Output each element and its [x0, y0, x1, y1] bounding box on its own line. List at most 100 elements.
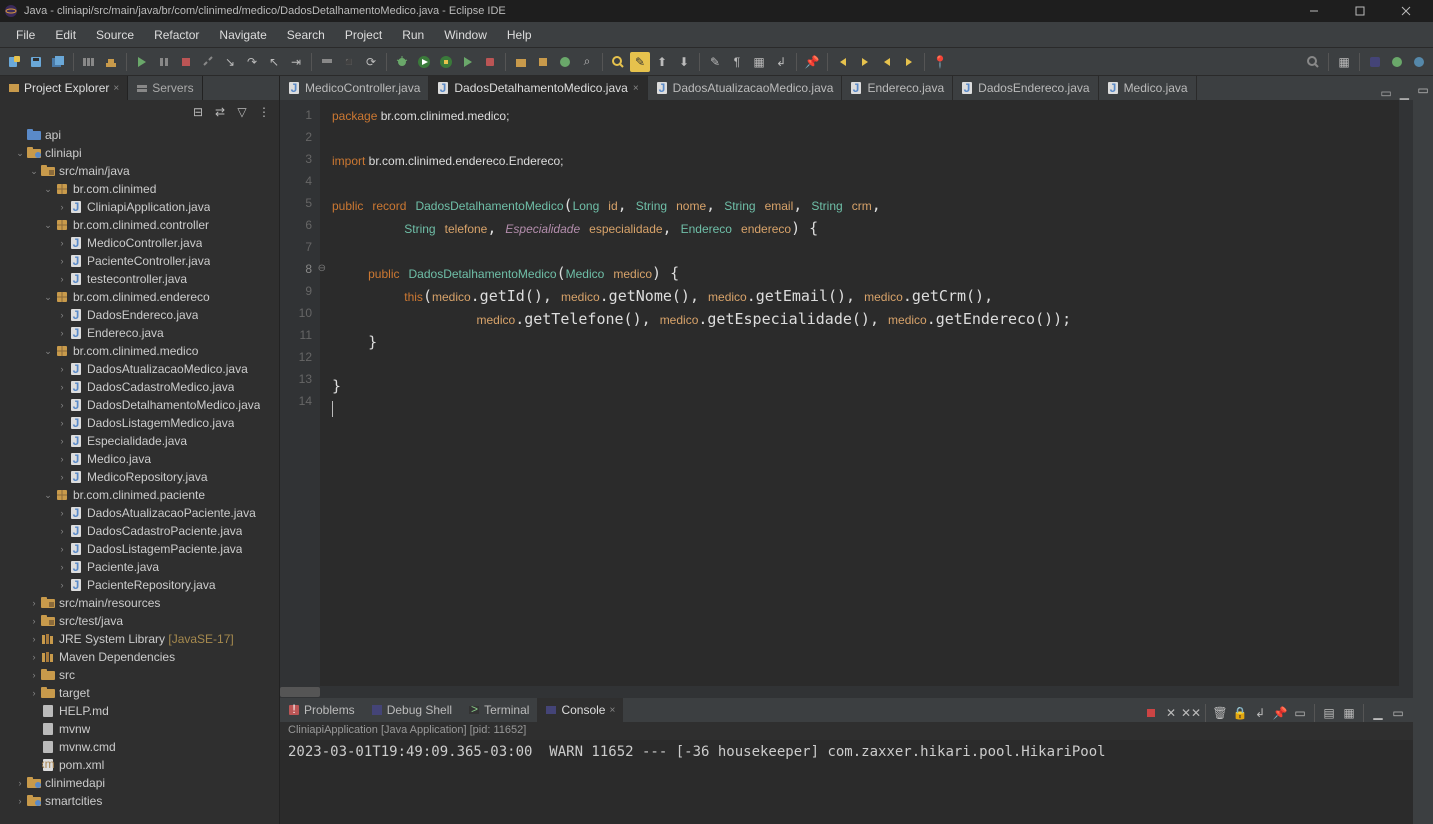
debug-resume-icon[interactable]	[132, 52, 152, 72]
code-editor[interactable]: package br.com.clinimed.medico; import b…	[320, 100, 1399, 698]
debug-icon[interactable]	[392, 52, 412, 72]
tree-item[interactable]: ›clinimedapi	[0, 774, 279, 792]
word-wrap-icon[interactable]: ↲	[1251, 704, 1269, 722]
close-icon[interactable]: ×	[633, 83, 639, 94]
tree-item[interactable]: ›src	[0, 666, 279, 684]
tree-item[interactable]: ›JPaciente.java	[0, 558, 279, 576]
tree-item[interactable]: ›JDadosListagemPaciente.java	[0, 540, 279, 558]
scroll-lock-icon[interactable]: 🔒	[1231, 704, 1249, 722]
tree-item[interactable]: HELP.md	[0, 702, 279, 720]
tree-item[interactable]: ›JDadosEndereco.java	[0, 306, 279, 324]
perspective-debug-icon[interactable]	[1387, 52, 1407, 72]
menu-refactor[interactable]: Refactor	[144, 25, 209, 45]
remove-all-icon[interactable]: ✕✕	[1182, 704, 1200, 722]
tree-item[interactable]: ›JEspecialidade.java	[0, 432, 279, 450]
minimize-editor-icon[interactable]: ▁	[1396, 86, 1413, 100]
step-into-icon[interactable]: ↘	[220, 52, 240, 72]
tree-item[interactable]: ⌄src/main/java	[0, 162, 279, 180]
publish-icon[interactable]: ⟳	[361, 52, 381, 72]
annotation-next-icon[interactable]: ⬇	[674, 52, 694, 72]
view-menu-icon[interactable]: ⋮	[255, 103, 273, 121]
close-icon[interactable]: ×	[113, 83, 119, 94]
drop-to-frame-icon[interactable]: ⇥	[286, 52, 306, 72]
new-package-icon[interactable]	[533, 52, 553, 72]
quick-access-icon[interactable]	[1303, 52, 1323, 72]
perspective-java-icon[interactable]	[1365, 52, 1385, 72]
tab-debug-shell[interactable]: Debug Shell	[363, 698, 460, 722]
display-console-icon[interactable]: ▭	[1291, 704, 1309, 722]
editor-tab[interactable]: JEndereco.java	[842, 76, 953, 100]
editor-tab[interactable]: JDadosEndereco.java	[953, 76, 1098, 100]
tree-item[interactable]: ›JDadosAtualizacaoMedico.java	[0, 360, 279, 378]
tree-item[interactable]: xmlpom.xml	[0, 756, 279, 774]
save-icon[interactable]	[26, 52, 46, 72]
new-java-project-icon[interactable]	[511, 52, 531, 72]
tree-item[interactable]: ⌄cliniapi	[0, 144, 279, 162]
tree-item[interactable]: ⌄br.com.clinimed.paciente	[0, 486, 279, 504]
restore-icon[interactable]: ▭	[1413, 80, 1433, 100]
editor-tab[interactable]: JMedico.java	[1099, 76, 1197, 100]
tree-item[interactable]: ›JEndereco.java	[0, 324, 279, 342]
tree-item[interactable]: ⌄br.com.clinimed	[0, 180, 279, 198]
debug-disconnect-icon[interactable]	[198, 52, 218, 72]
perspective-javaee-icon[interactable]	[1409, 52, 1429, 72]
tree-item[interactable]: ›JPacienteRepository.java	[0, 576, 279, 594]
debug-pause-icon[interactable]	[154, 52, 174, 72]
tree-item[interactable]: ›JDadosCadastroMedico.java	[0, 378, 279, 396]
menu-navigate[interactable]: Navigate	[209, 25, 276, 45]
show-word-wrap-icon[interactable]: ↲	[771, 52, 791, 72]
tree-item[interactable]: ⌄br.com.clinimed.medico	[0, 342, 279, 360]
open-console-icon[interactable]: ▤	[1320, 704, 1338, 722]
open-type-icon[interactable]: ⌕	[577, 52, 597, 72]
editor-tab[interactable]: JDadosAtualizacaoMedico.java	[648, 76, 843, 100]
external-tools-icon[interactable]	[480, 52, 500, 72]
debug-stop-icon[interactable]	[176, 52, 196, 72]
search-icon[interactable]	[608, 52, 628, 72]
show-whitespace-icon[interactable]: ¶	[727, 52, 747, 72]
pin-console-icon[interactable]: 📍	[930, 52, 950, 72]
tree-item[interactable]: ›target	[0, 684, 279, 702]
menu-source[interactable]: Source	[86, 25, 144, 45]
tree-item[interactable]: ›JMedicoController.java	[0, 234, 279, 252]
step-over-icon[interactable]: ↷	[242, 52, 262, 72]
toggle-mark-icon[interactable]: ✎	[630, 52, 650, 72]
pin-editor-icon[interactable]: 📌	[802, 52, 822, 72]
remove-launch-icon[interactable]: ✕	[1162, 704, 1180, 722]
menu-edit[interactable]: Edit	[45, 25, 86, 45]
terminate-icon[interactable]	[1142, 704, 1160, 722]
tree-item[interactable]: ›JDadosListagemMedico.java	[0, 414, 279, 432]
toggle-breadcrumb-icon[interactable]	[79, 52, 99, 72]
tree-item[interactable]: ›JDadosCadastroPaciente.java	[0, 522, 279, 540]
tab-problems[interactable]: ! Problems	[280, 698, 363, 722]
menu-run[interactable]: Run	[392, 25, 434, 45]
tree-item[interactable]: ›Jtestecontroller.java	[0, 270, 279, 288]
menu-search[interactable]: Search	[277, 25, 335, 45]
tab-servers[interactable]: Servers	[128, 76, 202, 100]
project-tree[interactable]: api⌄cliniapi⌄src/main/java⌄br.com.clinim…	[0, 124, 279, 824]
pin-console-icon[interactable]: 📌	[1271, 704, 1289, 722]
back-history-icon[interactable]	[877, 52, 897, 72]
tree-item[interactable]: ›JPacienteController.java	[0, 252, 279, 270]
menu-help[interactable]: Help	[497, 25, 542, 45]
close-icon[interactable]: ×	[609, 705, 615, 716]
tree-item[interactable]: api	[0, 126, 279, 144]
run-icon[interactable]	[414, 52, 434, 72]
tree-item[interactable]: mvnw	[0, 720, 279, 738]
back-icon[interactable]	[833, 52, 853, 72]
maximize-editor-icon[interactable]: ▭	[1376, 86, 1395, 100]
new-server-icon[interactable]	[317, 52, 337, 72]
new-class-icon[interactable]	[555, 52, 575, 72]
tree-item[interactable]: ›JMedicoRepository.java	[0, 468, 279, 486]
step-return-icon[interactable]: ↖	[264, 52, 284, 72]
open-perspective-icon[interactable]: ▦	[1334, 52, 1354, 72]
tab-console[interactable]: Console ×	[537, 698, 623, 722]
forward-icon[interactable]	[855, 52, 875, 72]
tree-item[interactable]: ›JDadosDetalhamentoMedico.java	[0, 396, 279, 414]
new-icon[interactable]	[4, 52, 24, 72]
annotation-prev-icon[interactable]: ⬆	[652, 52, 672, 72]
menu-file[interactable]: File	[6, 25, 45, 45]
minimize-button[interactable]	[1291, 0, 1337, 22]
tree-item[interactable]: ⌄br.com.clinimed.endereco	[0, 288, 279, 306]
tree-item[interactable]: ›JMedico.java	[0, 450, 279, 468]
editor-tab[interactable]: JMedicoController.java	[280, 76, 429, 100]
